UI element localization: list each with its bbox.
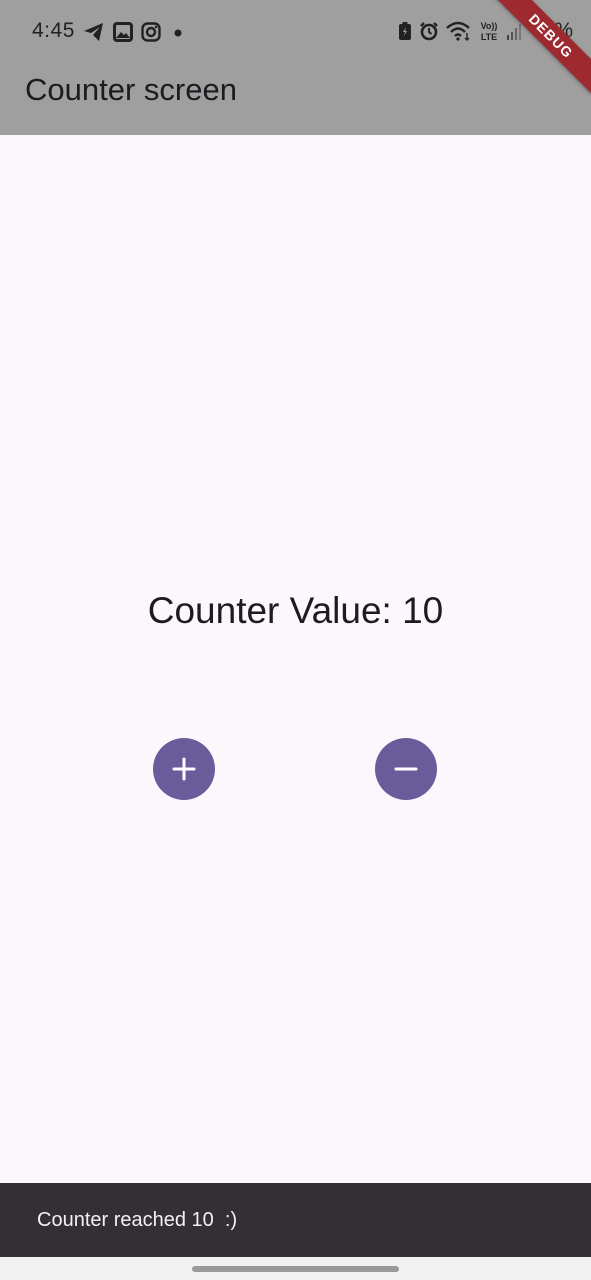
decrement-button[interactable] (375, 738, 437, 800)
debug-banner-label: DEBUG (493, 0, 591, 94)
counter-value-text: Counter Value: 10 (147, 590, 444, 631)
wifi-icon (446, 21, 472, 41)
snackbar-message: Counter reached 10 :) (37, 1209, 238, 1231)
plus-icon (171, 756, 197, 782)
minus-icon (393, 756, 419, 782)
debug-banner: DEBUG (491, 0, 591, 100)
increment-button[interactable] (153, 738, 215, 800)
page-title: Counter screen (25, 72, 237, 107)
telegram-icon (83, 22, 105, 42)
status-time: 4:45 (32, 19, 75, 42)
battery-saver-icon (398, 21, 412, 41)
instagram-icon (141, 22, 161, 42)
snackbar: Counter reached 10 :) (0, 1183, 591, 1257)
status-left-icons (83, 20, 187, 44)
gallery-icon (113, 22, 133, 42)
notification-dot-icon (169, 22, 187, 42)
alarm-icon (419, 21, 439, 41)
navigation-bar (0, 1257, 591, 1280)
gesture-handle[interactable] (192, 1266, 399, 1272)
